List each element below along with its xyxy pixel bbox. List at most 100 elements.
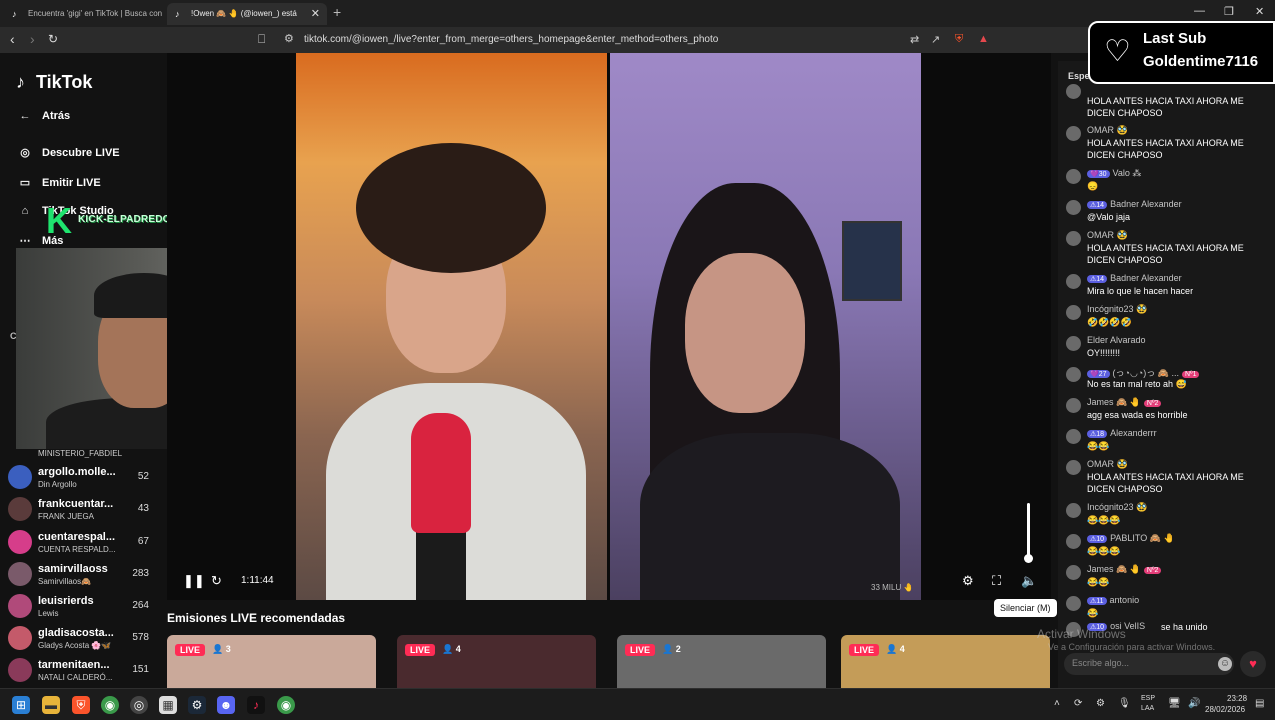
avatar[interactable] <box>1066 84 1081 99</box>
avatar[interactable] <box>1066 336 1081 351</box>
chat-message-header[interactable]: ⚠10 PABLITO 🙈 🤚 <box>1087 533 1175 544</box>
pause-icon[interactable]: ❚❚ <box>183 573 205 589</box>
site-info-icon[interactable]: ⚙ <box>284 32 294 45</box>
notification-icon[interactable]: ▤ <box>1255 698 1264 709</box>
chrome-icon[interactable]: ◉ <box>101 696 119 714</box>
close-window-button[interactable]: ✕ <box>1255 5 1264 18</box>
brave-browser-icon[interactable]: ⛨ <box>72 696 90 714</box>
recommended-live-card[interactable]: LIVE 👤 4 <box>841 635 1050 688</box>
chat-message-header[interactable]: OMAR 🥸 <box>1087 125 1128 136</box>
avatar[interactable] <box>1066 274 1081 289</box>
obs-icon[interactable]: ◎ <box>130 696 148 714</box>
gift-heart-icon[interactable]: ♥ <box>1240 651 1266 677</box>
chat-username[interactable]: Valo ⁂ <box>1113 168 1142 178</box>
emoji-icon[interactable]: ☺ <box>1218 657 1232 671</box>
volume-icon[interactable]: 🔈 <box>1021 573 1037 589</box>
chat-message-header[interactable]: Incógnito23 🥸 <box>1087 502 1147 513</box>
chat-message-header[interactable]: OMAR 🥸 <box>1087 459 1128 470</box>
streamer-item[interactable]: leuisrierds Lewis 264 <box>8 592 153 622</box>
chat-username[interactable]: Incógnito23 🥸 <box>1087 304 1147 314</box>
chat-message-header[interactable]: Incógnito23 🥸 <box>1087 304 1147 315</box>
chat-input[interactable]: Escribe algo... <box>1064 653 1234 675</box>
chat-username[interactable]: antonio <box>1110 595 1140 605</box>
chat-message-header[interactable]: James 🙈 🤚 Nº2 <box>1087 564 1162 575</box>
avatar[interactable] <box>1066 169 1081 184</box>
avatar[interactable] <box>1066 460 1081 475</box>
streamer-item[interactable]: frankcuentar... FRANK JUEGA 43 <box>8 495 153 525</box>
chat-message-header[interactable]: ⚠18 Alexanderrr <box>1087 428 1157 438</box>
chat-username[interactable]: Alexanderrr <box>1110 428 1157 438</box>
chat-message-header[interactable]: James 🙈 🤚 Nº2 <box>1087 397 1162 408</box>
chat-username[interactable]: James 🙈 🤚 <box>1087 397 1141 407</box>
chat-message-header[interactable]: OMAR 🥸 <box>1087 230 1128 241</box>
chat-message-header[interactable]: Elder Alvarado <box>1087 335 1146 345</box>
forward-arrow-icon[interactable]: › <box>30 31 35 47</box>
chat-username[interactable]: Badner Alexander <box>1110 273 1182 283</box>
microphone-icon[interactable]: 🎙 <box>1118 698 1131 709</box>
app-tray-icon[interactable]: ⚙ <box>1096 698 1105 709</box>
avatar[interactable] <box>1066 398 1081 413</box>
app-store-icon[interactable]: ▦ <box>159 696 177 714</box>
sidebar-item-descubre-live[interactable]: ◎ Descubre LIVE <box>16 146 119 159</box>
brave-shield-icon[interactable]: ⛨ <box>955 33 963 46</box>
back-button[interactable]: ← Atrás <box>16 110 71 122</box>
chat-username[interactable]: Elder Alvarado <box>1087 335 1146 345</box>
browser-tab-search[interactable]: ♪ Encuentra 'gigi' en TikTok | Busca con <box>4 3 164 25</box>
avatar[interactable] <box>1066 429 1081 444</box>
keyboard-layout[interactable]: LAA <box>1141 705 1154 712</box>
streamer-item[interactable]: cuentarespal... CUENTA RESPALD... 67 <box>8 528 153 558</box>
chat-message-header[interactable]: ⚠14 Badner Alexander <box>1087 199 1182 209</box>
bookmark-icon[interactable]: ⎕ <box>258 32 265 47</box>
close-tab-icon[interactable]: ✕ <box>311 7 320 20</box>
share-icon[interactable]: ↗ <box>931 33 940 46</box>
steam-icon[interactable]: ⚙ <box>188 696 206 714</box>
clock-time[interactable]: 23:28 <box>1227 694 1247 703</box>
url-field[interactable]: tiktok.com/@iowen_/live?enter_from_merge… <box>304 34 718 45</box>
back-arrow-icon[interactable]: ‹ <box>10 31 15 47</box>
rewards-icon[interactable]: ▲ <box>978 33 989 45</box>
clock-date[interactable]: 28/02/2026 <box>1205 705 1245 714</box>
chat-message-header[interactable]: ⚠11 antonio <box>1087 595 1139 605</box>
chat-username[interactable]: (っ◔◡◔)っ 🙈 ... <box>1113 368 1179 378</box>
avatar[interactable] <box>1066 200 1081 215</box>
volume-slider[interactable] <box>1027 503 1030 561</box>
avatar[interactable] <box>1066 596 1081 611</box>
language-indicator[interactable]: ESP <box>1141 695 1155 702</box>
translate-icon[interactable]: ⇄ <box>910 33 919 46</box>
discord-icon[interactable]: ☻ <box>217 696 235 714</box>
recommended-live-card[interactable]: LIVE 👤 4 <box>397 635 596 688</box>
windows-start-icon[interactable]: ⊞ <box>12 696 30 714</box>
chat-message-header[interactable]: ⚠14 Badner Alexander <box>1087 273 1182 283</box>
avatar[interactable] <box>1066 565 1081 580</box>
browser-tab-live[interactable]: ♪ !Owen 🙈 🤚 (@iowen_) está ✕ <box>167 3 327 25</box>
streamer-item[interactable]: tarmenitaen... NATALI CALDERÓ... 151 <box>8 656 153 686</box>
tiktok-icon[interactable]: ♪ <box>247 696 265 714</box>
streamer-name[interactable]: MINISTERIO_FABDIEL <box>38 449 122 458</box>
avatar[interactable] <box>1066 503 1081 518</box>
refresh-icon[interactable]: ↻ <box>211 573 222 589</box>
minimize-button[interactable]: — <box>1194 5 1205 17</box>
speaker-icon[interactable]: 🔊 <box>1188 698 1200 709</box>
chat-message-header[interactable]: 💜30 Valo ⁂ <box>1087 168 1141 179</box>
chat-username[interactable]: OMAR 🥸 <box>1087 230 1128 240</box>
chat-username[interactable]: James 🙈 🤚 <box>1087 564 1141 574</box>
avatar[interactable] <box>1066 534 1081 549</box>
chevron-up-icon[interactable]: ˄ <box>1054 698 1060 709</box>
reload-icon[interactable]: ↻ <box>48 32 58 46</box>
app-tray-icon[interactable]: ⟳ <box>1074 698 1082 709</box>
settings-icon[interactable]: ⚙ <box>962 573 974 589</box>
tiktok-logo[interactable]: ♪ TikTok <box>16 72 92 93</box>
chat-username[interactable]: OMAR 🥸 <box>1087 459 1128 469</box>
chrome-profile-icon[interactable]: ◉ <box>277 696 295 714</box>
recommended-live-card[interactable]: LIVE 👤 2 <box>617 635 826 688</box>
maximize-button[interactable]: ❐ <box>1224 5 1234 18</box>
chat-username[interactable]: PABLITO 🙈 🤚 <box>1110 533 1175 543</box>
chat-username[interactable]: Badner Alexander <box>1110 199 1182 209</box>
file-explorer-icon[interactable]: ▬ <box>42 696 60 714</box>
chat-username[interactable]: Incógnito23 🥸 <box>1087 502 1147 512</box>
streamer-item[interactable]: samirvillaoss Samirvillaos🙈 283 <box>8 560 153 590</box>
live-video-player[interactable]: ❚❚ ↻ 1:11:44 33 MILU 🤚 ⚙ ⛶ 🔈 Silenciar (… <box>167 53 1057 617</box>
chat-username[interactable]: OMAR 🥸 <box>1087 125 1128 135</box>
recommended-live-card[interactable]: LIVE 👤 3 <box>167 635 376 688</box>
avatar[interactable] <box>1066 231 1081 246</box>
